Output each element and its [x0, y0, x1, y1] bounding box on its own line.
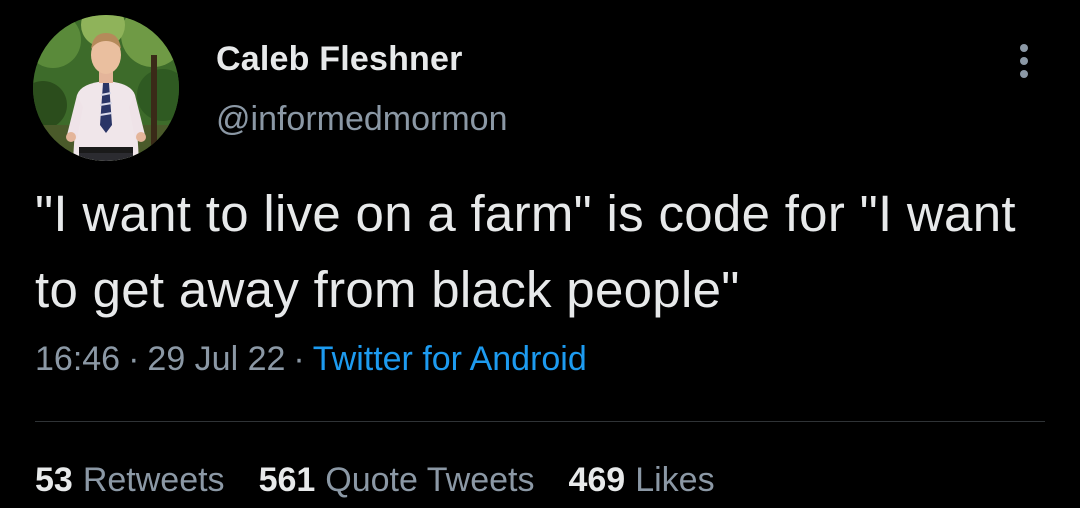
retweets-stat[interactable]: 53 Retweets — [35, 461, 225, 500]
avatar[interactable] — [33, 15, 179, 161]
tweet-source-link[interactable]: Twitter for Android — [313, 340, 587, 378]
retweets-count: 53 — [35, 461, 73, 499]
tweet-time[interactable]: 16:46 — [35, 340, 120, 378]
meta-separator: · — [128, 340, 140, 378]
tweet-text: "I want to live on a farm" is code for "… — [35, 185, 1016, 318]
likes-count: 469 — [568, 461, 626, 499]
quote-tweets-stat[interactable]: 561 Quote Tweets — [259, 461, 535, 500]
meta-separator: · — [293, 340, 305, 378]
author-name[interactable]: Caleb Fleshner — [216, 40, 463, 79]
more-button[interactable] — [1006, 38, 1042, 84]
tweet-meta: 16:46 · 29 Jul 22 · Twitter for Android — [35, 340, 587, 379]
author-handle[interactable]: @informedmormon — [216, 100, 508, 139]
likes-stat[interactable]: 469 Likes — [568, 461, 714, 500]
tweet-stats: 53 Retweets 561 Quote Tweets 469 Likes — [35, 461, 715, 500]
quote-tweets-count: 561 — [258, 461, 316, 499]
more-vertical-icon — [1020, 44, 1028, 78]
tweet-card: Caleb Fleshner @informedmormon "I want t… — [0, 0, 1080, 508]
quote-tweets-label: Quote Tweets — [325, 461, 535, 499]
likes-label: Likes — [635, 461, 715, 499]
divider — [35, 421, 1045, 422]
tweet-date[interactable]: 29 Jul 22 — [147, 340, 285, 378]
retweets-label: Retweets — [82, 461, 225, 499]
